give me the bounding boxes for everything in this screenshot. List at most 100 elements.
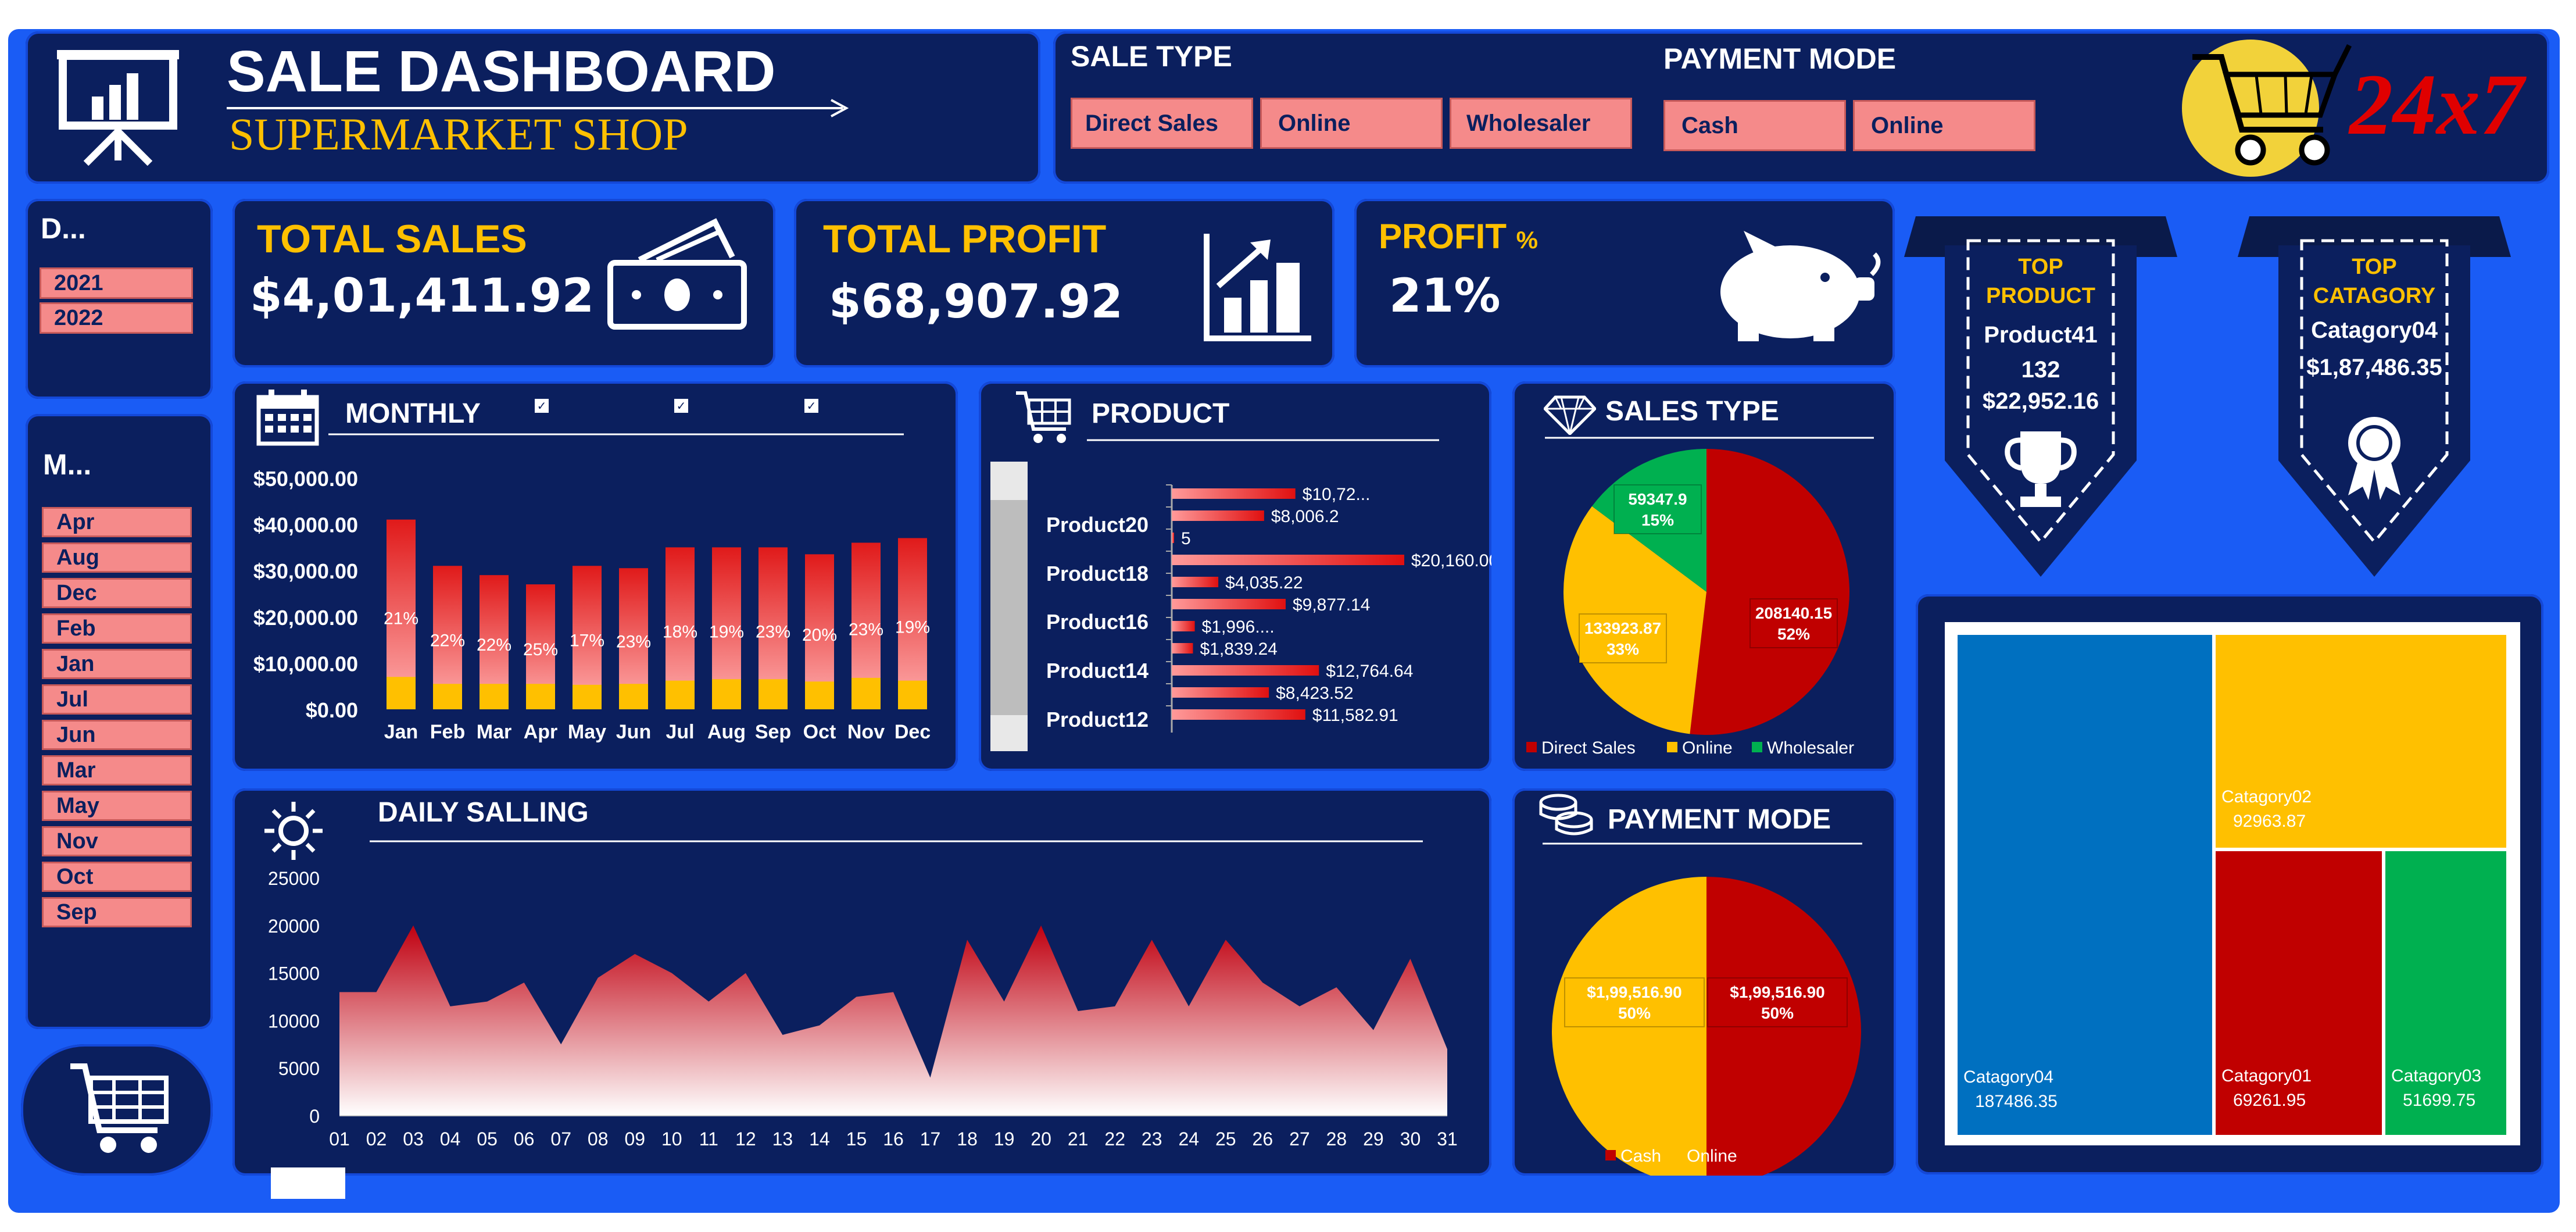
monthly-xtick-label: Aug xyxy=(707,721,746,743)
daily-xtick-label: 26 xyxy=(1253,1129,1273,1149)
month-feb[interactable]: Feb xyxy=(42,613,192,644)
payment-mode-data-label-pct: 50% xyxy=(1618,1004,1651,1022)
month-oct[interactable]: Oct xyxy=(42,862,192,892)
product-bar xyxy=(1172,643,1193,654)
month-mar[interactable]: Mar xyxy=(42,755,192,785)
payment-mode-data-label-value: $1,99,516.90 xyxy=(1730,983,1825,1001)
profit-pct-label-text: PROFIT xyxy=(1379,217,1507,256)
sales-type-data-label-value: 208140.15 xyxy=(1755,604,1832,622)
monthly-data-label: 19% xyxy=(709,622,744,641)
monthly-data-label: 18% xyxy=(663,622,697,641)
product-bar xyxy=(1172,533,1174,543)
top-product-qty: 132 xyxy=(2021,357,2060,383)
product-bar xyxy=(1172,488,1296,499)
monthly-profit-bar xyxy=(433,684,462,709)
monthly-ytick-label: $50,000.00 xyxy=(253,467,358,491)
month-apr[interactable]: Apr xyxy=(42,507,192,537)
cart-button[interactable] xyxy=(21,1044,213,1176)
sale-type-direct-sales[interactable]: Direct Sales xyxy=(1071,98,1253,149)
monthly-profit-bar xyxy=(480,684,509,709)
month-may[interactable]: May xyxy=(42,791,192,821)
year-2021[interactable]: 2021 xyxy=(40,267,193,299)
cash-icon xyxy=(607,218,747,330)
total-profit-card: TOTAL PROFIT $68,907.92 xyxy=(794,199,1334,367)
product-data-label: $9,877.14 xyxy=(1293,595,1370,615)
monthly-profit-bar xyxy=(898,680,927,709)
header-title-panel: SALE DASHBOARD SUPERMARKET SHOP xyxy=(26,31,1040,184)
sales-type-data-label-value: 59347.9 xyxy=(1628,490,1687,508)
presentation-board-icon xyxy=(57,50,179,166)
top-category-label-1: TOP xyxy=(2352,255,2397,279)
product-category-label: Product16 xyxy=(1046,610,1149,634)
total-profit-value: $68,907.92 xyxy=(829,274,1124,328)
sale-type-wholesaler[interactable]: Wholesaler xyxy=(1450,98,1632,149)
daily-xtick-label: 03 xyxy=(403,1129,424,1149)
top-product-label-2: PRODUCT xyxy=(1986,284,2095,308)
daily-area-series xyxy=(339,925,1447,1116)
sale-type-slicer-label: SALE TYPE xyxy=(1071,40,1232,73)
month-jun[interactable]: Jun xyxy=(42,720,192,750)
product-bar xyxy=(1172,599,1286,609)
payment-mode-online[interactable]: Online xyxy=(1853,100,2035,151)
daily-ytick-label: 10000 xyxy=(268,1010,320,1031)
payment-mode-panel: PAYMENT MODE $1,99,516.90 50% $1,99,516.90… xyxy=(1512,788,1896,1176)
payment-mode-slicer-label: PAYMENT MODE xyxy=(1663,42,1897,75)
top-category-name: Catagory04 xyxy=(2311,317,2438,343)
product-bar xyxy=(1172,709,1305,720)
daily-xtick-label: 15 xyxy=(846,1129,867,1149)
total-sales-card: TOTAL SALES $4,01,411.92 xyxy=(232,199,775,367)
treemap-tile-name: Catagory03 xyxy=(2391,1066,2481,1085)
year-2022[interactable]: 2022 xyxy=(40,302,193,334)
treemap-tile-name: Catagory04 xyxy=(1963,1067,2053,1087)
product-data-label: $11,582.91 xyxy=(1312,706,1398,725)
sales-type-slice xyxy=(1690,449,1850,735)
sales-type-legend-swatch xyxy=(1667,742,1677,752)
daily-xtick-label: 10 xyxy=(661,1129,682,1149)
monthly-data-label: 21% xyxy=(384,609,418,628)
payment-mode-cash[interactable]: Cash xyxy=(1663,100,1846,151)
daily-xtick-label: 31 xyxy=(1437,1129,1458,1149)
month-dec[interactable]: Dec xyxy=(42,578,192,608)
monthly-ytick-label: $0.00 xyxy=(306,698,358,722)
monthly-xtick-label: Jul xyxy=(666,721,694,743)
monthly-data-label: 20% xyxy=(802,626,837,645)
month-jul[interactable]: Jul xyxy=(42,684,192,715)
daily-xtick-label: 16 xyxy=(883,1129,904,1149)
month-jan[interactable]: Jan xyxy=(42,649,192,679)
profit-pct-card: PROFIT % 21% xyxy=(1354,199,1895,367)
daily-ytick-label: 0 xyxy=(309,1106,320,1127)
top-product-name: Product41 xyxy=(1984,322,2098,348)
daily-xtick-label: 21 xyxy=(1068,1129,1089,1149)
shopping-cart-logo-icon xyxy=(2182,40,2352,177)
monthly-xtick-label: Feb xyxy=(430,721,465,743)
month-nov[interactable]: Nov xyxy=(42,826,192,856)
year-slicer-panel: D... 2021 2022 xyxy=(26,199,213,399)
monthly-ytick-label: $40,000.00 xyxy=(253,513,358,537)
product-data-label: $8,423.52 xyxy=(1276,684,1353,703)
page-subtitle: SUPERMARKET SHOP xyxy=(229,109,688,159)
sale-type-online[interactable]: Online xyxy=(1260,98,1443,149)
monthly-profit-bar xyxy=(805,681,834,709)
daily-xtick-label: 28 xyxy=(1326,1129,1347,1149)
month-aug[interactable]: Aug xyxy=(42,542,192,573)
treemap-tile-name: Catagory01 xyxy=(2221,1066,2312,1085)
top-category-value: $1,87,486.35 xyxy=(2306,355,2442,380)
page-title: SALE DASHBOARD xyxy=(227,39,776,104)
daily-selling-panel: DAILY SALLING 0 5000 10000 15000 20000 25000 0… xyxy=(232,788,1491,1199)
daily-area-chart: 0 5000 10000 15000 20000 25000 01 02 03 04 05 06 07 0… xyxy=(268,868,1458,1149)
daily-xtick-label: 06 xyxy=(514,1129,535,1149)
top-product-badge: TOP PRODUCT Product41 132 $22,952.16 xyxy=(1904,210,2177,577)
monthly-ytick-label: $20,000.00 xyxy=(253,606,358,630)
month-sep[interactable]: Sep xyxy=(42,897,192,927)
daily-xtick-label: 22 xyxy=(1104,1129,1125,1149)
monthly-data-label: 22% xyxy=(477,635,511,655)
monthly-xtick-label: Nov xyxy=(847,721,885,743)
product-data-label: $20,160.00 xyxy=(1411,551,1491,570)
payment-mode-data-label-value: $1,99,516.90 xyxy=(1587,983,1682,1001)
product-bar xyxy=(1172,510,1264,521)
monthly-data-label: 17% xyxy=(570,631,604,651)
trophy-icon xyxy=(2005,431,2077,507)
payment-mode-legend-swatch xyxy=(1672,1150,1682,1160)
total-sales-label: TOTAL SALES xyxy=(257,217,527,261)
daily-xtick-label: 23 xyxy=(1142,1129,1162,1149)
